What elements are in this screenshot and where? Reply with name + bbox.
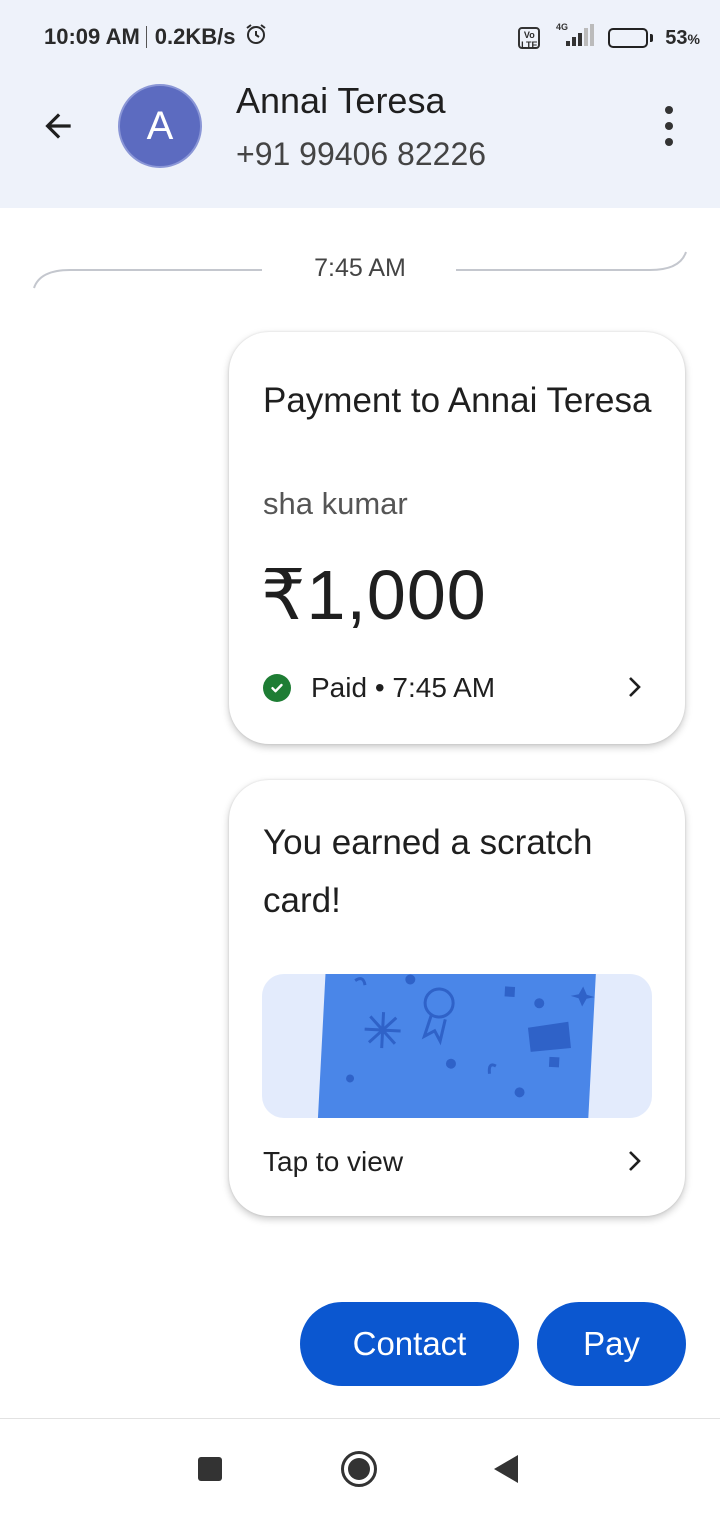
home-circle-icon[interactable] — [341, 1451, 377, 1487]
status-right: Vo LTE 4G 53% — [518, 22, 700, 54]
confetti-pattern-icon — [346, 974, 595, 1098]
check-circle-icon — [263, 674, 291, 702]
chevron-right-icon[interactable] — [623, 1146, 645, 1176]
contact-button[interactable]: Contact — [300, 1302, 519, 1386]
system-navigation-bar — [0, 1419, 720, 1520]
status-left: 10:09 AM 0.2KB/s — [44, 22, 268, 52]
contact-phone: +91 99406 82226 — [236, 136, 487, 172]
more-vert-icon — [665, 106, 673, 114]
arrow-back-icon — [45, 113, 71, 139]
scratch-card-image — [316, 974, 598, 1118]
back-button[interactable] — [36, 104, 80, 148]
avatar[interactable]: A — [118, 84, 202, 168]
more-options-button[interactable] — [654, 106, 684, 146]
payment-sender: sha kumar — [263, 486, 408, 521]
scratch-card-title: You earned a scratch card! — [263, 823, 593, 920]
time-divider: 7:45 AM — [0, 240, 720, 300]
signal-icon: 4G — [552, 22, 596, 54]
battery-icon — [608, 28, 654, 48]
network-speed: 0.2KB/s — [154, 24, 236, 49]
payment-amount: ₹1,000 — [261, 556, 487, 634]
pay-button[interactable]: Pay — [537, 1302, 686, 1386]
recents-square-icon[interactable] — [198, 1457, 222, 1481]
payment-card[interactable]: Payment to Annai Teresa sha kumar ₹1,000… — [229, 332, 685, 744]
chevron-right-icon[interactable] — [623, 672, 645, 702]
volte-icon: Vo LTE — [518, 27, 541, 50]
payment-title: Payment to Annai Teresa — [263, 381, 652, 420]
status-bar: 10:09 AM 0.2KB/s Vo LTE 4G 53% — [0, 0, 720, 74]
payment-status-text: Paid • 7:45 AM — [311, 672, 496, 703]
scratch-card-banner[interactable] — [262, 974, 652, 1118]
back-triangle-icon[interactable] — [494, 1455, 518, 1483]
avatar-letter: A — [146, 103, 174, 148]
tap-to-view-label[interactable]: Tap to view — [263, 1146, 403, 1178]
status-separator — [145, 26, 147, 48]
svg-text:4G: 4G — [556, 22, 568, 32]
time-label: 7:45 AM — [314, 254, 406, 282]
chat-header: A Annai Teresa +91 99406 82226 — [0, 74, 720, 208]
alarm-clock-icon — [244, 22, 268, 52]
battery-percent: 53% — [665, 26, 700, 49]
payment-status: Paid • 7:45 AM — [263, 672, 495, 704]
scratch-card[interactable]: You earned a scratch card! Tap to view — [229, 780, 685, 1216]
contact-name[interactable]: Annai Teresa — [236, 80, 445, 122]
status-time: 10:09 AM — [44, 24, 140, 49]
